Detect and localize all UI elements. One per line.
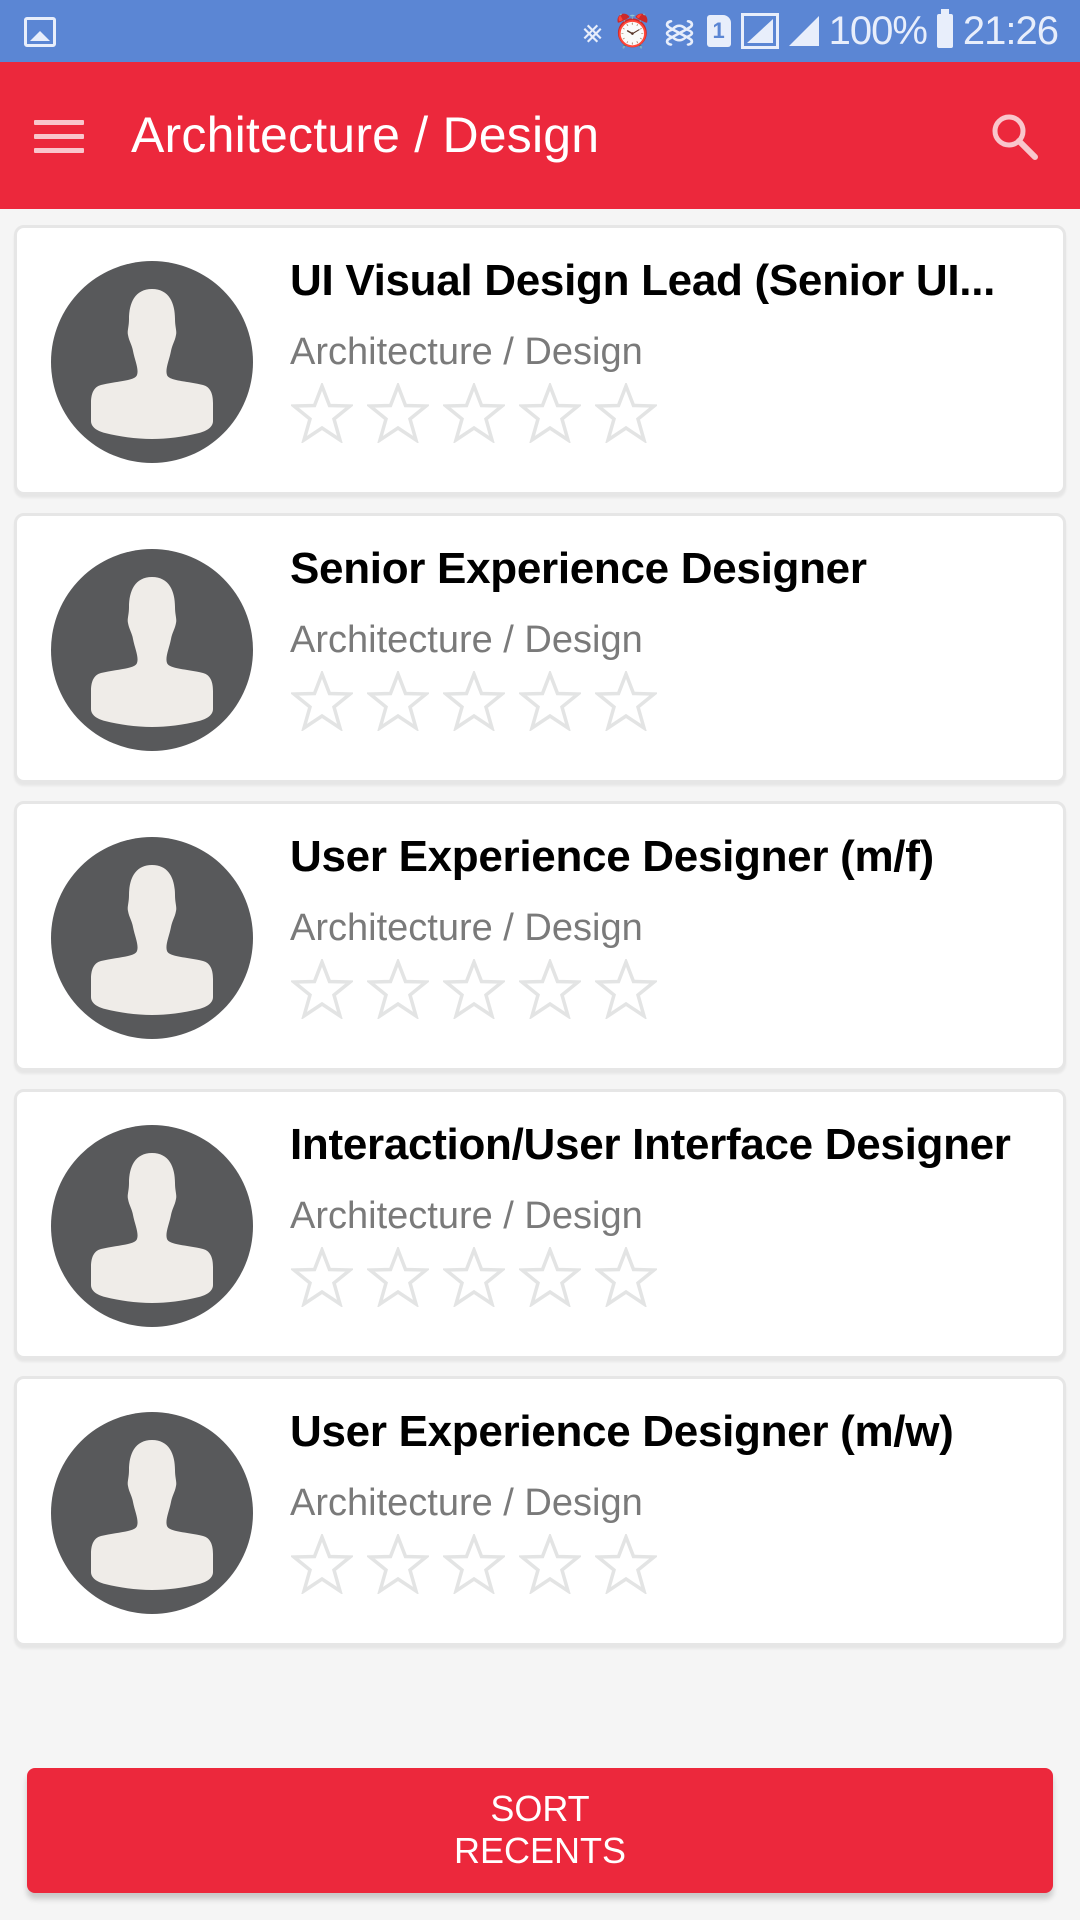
- avatar: [51, 1412, 253, 1614]
- job-category: Architecture / Design: [290, 1195, 643, 1237]
- page-title: Architecture / Design: [131, 107, 600, 163]
- job-title: UI Visual Design Lead (Senior UI...: [290, 256, 996, 305]
- rating-stars[interactable]: [289, 1245, 659, 1309]
- sort-recents-button[interactable]: SORT RECENTS: [27, 1768, 1053, 1893]
- status-icons: ⨳ ⏰ ᯼ 1 100% 21:26: [582, 8, 1059, 54]
- star-outline-icon[interactable]: [289, 669, 355, 733]
- star-outline-icon[interactable]: [441, 669, 507, 733]
- job-card[interactable]: User Experience Designer (m/f) Architectu…: [14, 801, 1066, 1071]
- sim-icon: 1: [706, 15, 731, 47]
- star-outline-icon[interactable]: [517, 669, 583, 733]
- sort-button-line1: SORT: [490, 1788, 590, 1829]
- job-category: Architecture / Design: [290, 331, 643, 373]
- star-outline-icon[interactable]: [441, 381, 507, 445]
- star-outline-icon[interactable]: [593, 1532, 659, 1596]
- job-category: Architecture / Design: [290, 907, 643, 949]
- avatar: [51, 549, 253, 751]
- star-outline-icon[interactable]: [289, 381, 355, 445]
- rating-stars[interactable]: [289, 381, 659, 445]
- job-category: Architecture / Design: [290, 1482, 643, 1524]
- search-icon[interactable]: [990, 112, 1040, 162]
- vibrate-mute-icon: ⨳: [582, 13, 603, 49]
- star-outline-icon[interactable]: [517, 1532, 583, 1596]
- star-outline-icon[interactable]: [289, 1245, 355, 1309]
- job-card[interactable]: Interaction/User Interface Designer Archi…: [14, 1089, 1066, 1359]
- rating-stars[interactable]: [289, 957, 659, 1021]
- job-title: User Experience Designer (m/w): [290, 1407, 954, 1456]
- star-outline-icon[interactable]: [593, 381, 659, 445]
- star-outline-icon[interactable]: [365, 1245, 431, 1309]
- wifi-icon: ᯼: [662, 13, 697, 49]
- status-bar: ⨳ ⏰ ᯼ 1 100% 21:26: [0, 0, 1080, 62]
- star-outline-icon[interactable]: [517, 1245, 583, 1309]
- star-outline-icon[interactable]: [365, 669, 431, 733]
- job-card[interactable]: User Experience Designer (m/w) Architectu…: [14, 1376, 1066, 1646]
- star-outline-icon[interactable]: [441, 957, 507, 1021]
- alarm-icon: ⏰: [612, 13, 653, 49]
- sort-button-line2: RECENTS: [453, 1830, 627, 1871]
- star-outline-icon[interactable]: [441, 1532, 507, 1596]
- job-title: User Experience Designer (m/f): [290, 832, 934, 881]
- job-card[interactable]: UI Visual Design Lead (Senior UI... Archi…: [14, 225, 1066, 495]
- app-bar: Architecture / Design: [0, 62, 1080, 209]
- job-title: Senior Experience Designer: [290, 544, 867, 593]
- star-outline-icon[interactable]: [441, 1245, 507, 1309]
- star-outline-icon[interactable]: [517, 381, 583, 445]
- battery-percent: 100%: [828, 8, 928, 53]
- job-category: Architecture / Design: [290, 619, 643, 661]
- star-outline-icon[interactable]: [593, 1245, 659, 1309]
- rating-stars[interactable]: [289, 1532, 659, 1596]
- job-card[interactable]: Senior Experience Designer Architecture /…: [14, 513, 1066, 783]
- signal-icon: [788, 16, 819, 46]
- clock: 21:26: [962, 8, 1059, 53]
- star-outline-icon[interactable]: [289, 1532, 355, 1596]
- avatar: [51, 837, 253, 1039]
- star-outline-icon[interactable]: [593, 957, 659, 1021]
- avatar: [51, 1125, 253, 1327]
- star-outline-icon[interactable]: [365, 381, 431, 445]
- battery-icon: [936, 9, 953, 48]
- star-outline-icon[interactable]: [365, 957, 431, 1021]
- star-outline-icon[interactable]: [593, 669, 659, 733]
- rating-stars[interactable]: [289, 669, 659, 733]
- hamburger-menu-icon[interactable]: [34, 118, 86, 156]
- star-outline-icon[interactable]: [517, 957, 583, 1021]
- star-outline-icon[interactable]: [289, 957, 355, 1021]
- signal-icon: [740, 13, 779, 49]
- gallery-icon: [24, 17, 56, 47]
- job-title: Interaction/User Interface Designer: [290, 1120, 1011, 1169]
- star-outline-icon[interactable]: [365, 1532, 431, 1596]
- avatar: [51, 261, 253, 463]
